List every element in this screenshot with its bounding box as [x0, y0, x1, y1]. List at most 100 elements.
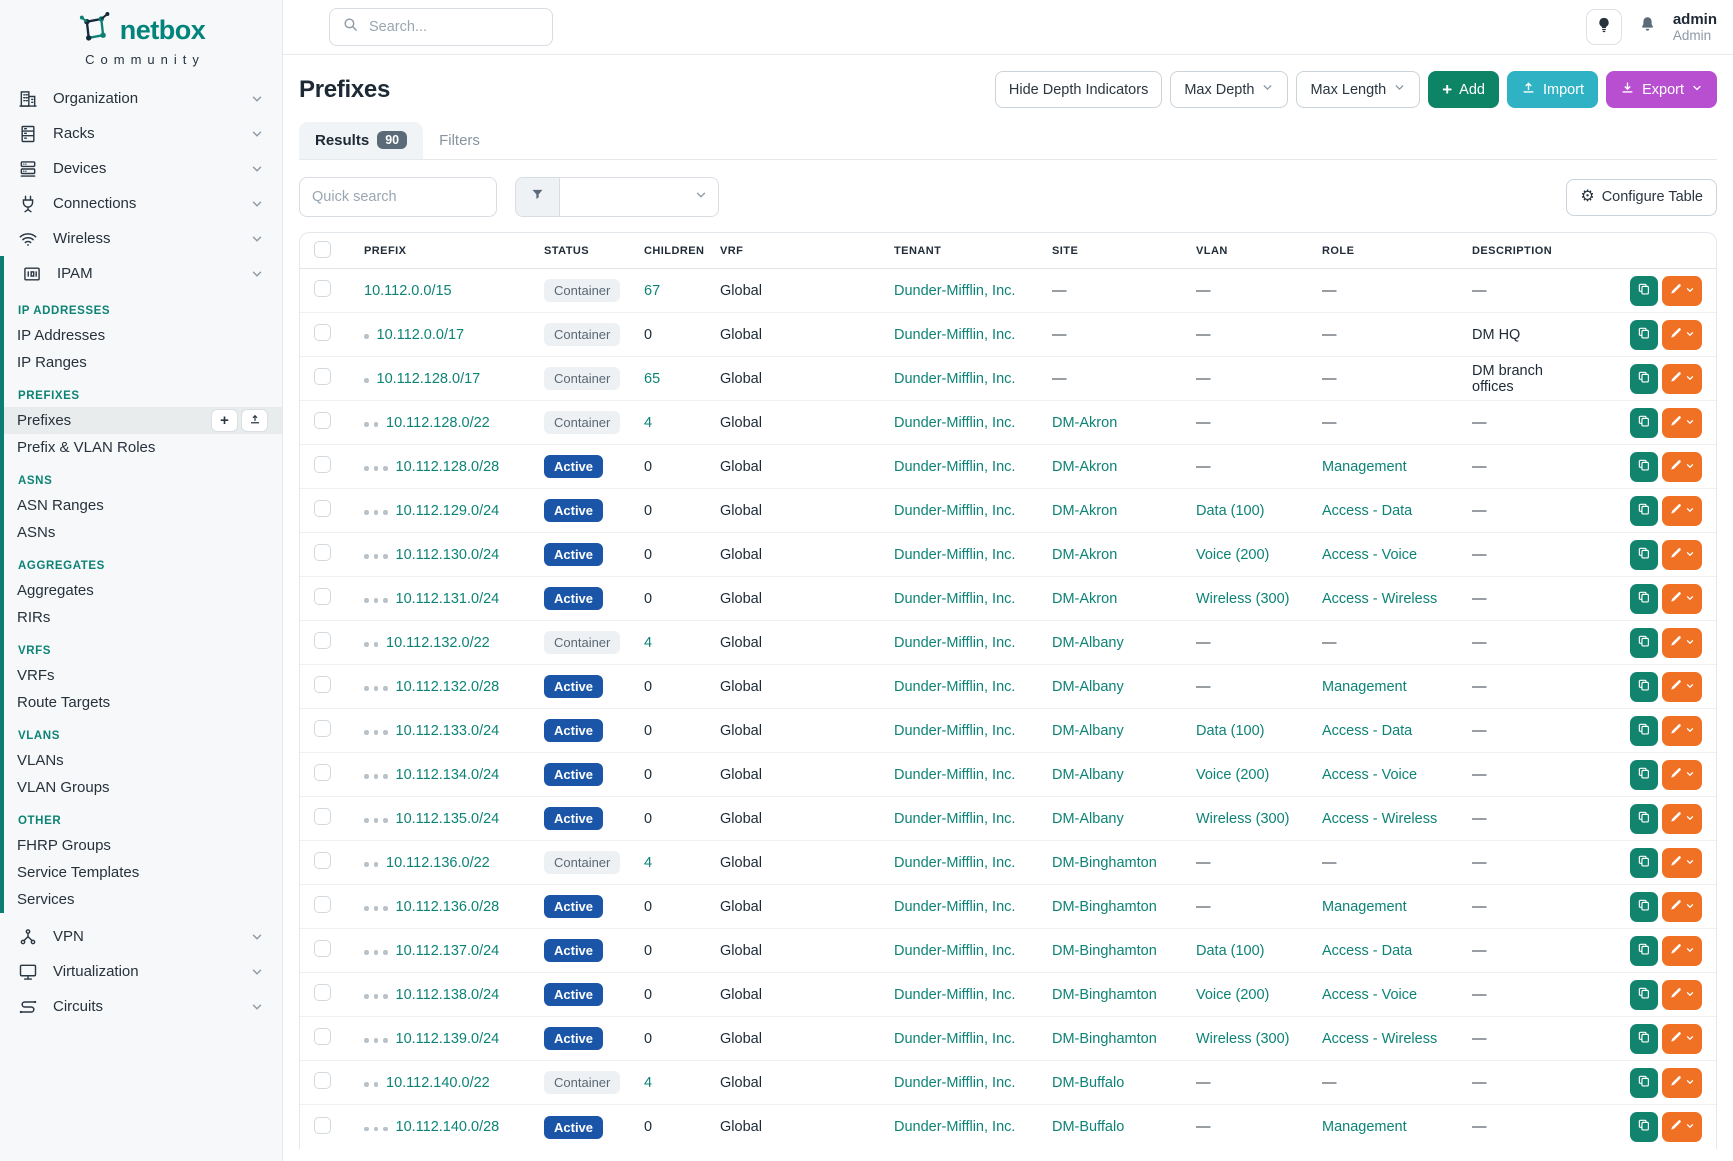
- row-checkbox[interactable]: [314, 588, 331, 605]
- tenant-link[interactable]: Dunder-Mifflin, Inc.: [894, 503, 1015, 519]
- vlan-link[interactable]: Wireless (300): [1196, 811, 1289, 827]
- edit-button[interactable]: [1662, 980, 1702, 1010]
- role-link[interactable]: Access - Wireless: [1322, 1031, 1437, 1047]
- prefix-link[interactable]: 10.112.135.0/24: [396, 811, 500, 827]
- configure-table-button[interactable]: ⚙ Configure Table: [1566, 179, 1717, 216]
- role-link[interactable]: Management: [1322, 459, 1407, 475]
- sidebar-item-rirs[interactable]: RIRs: [4, 604, 282, 631]
- children-count-link[interactable]: 4: [644, 1075, 652, 1091]
- role-link[interactable]: Management: [1322, 679, 1407, 695]
- prefix-link[interactable]: 10.112.132.0/22: [386, 635, 490, 651]
- sidebar-item-route-targets[interactable]: Route Targets: [4, 689, 282, 716]
- prefix-link[interactable]: 10.112.128.0/22: [386, 415, 490, 431]
- row-checkbox[interactable]: [314, 368, 331, 385]
- edit-button[interactable]: [1662, 936, 1702, 966]
- tenant-link[interactable]: Dunder-Mifflin, Inc.: [894, 1031, 1015, 1047]
- prefix-link[interactable]: 10.112.138.0/24: [396, 987, 500, 1003]
- clone-button[interactable]: [1630, 364, 1658, 394]
- tenant-link[interactable]: Dunder-Mifflin, Inc.: [894, 811, 1015, 827]
- children-count-link[interactable]: 4: [644, 855, 652, 871]
- role-link[interactable]: Access - Data: [1322, 943, 1412, 959]
- children-count-link[interactable]: 4: [644, 635, 652, 651]
- sidebar-item-ip-addresses[interactable]: IP Addresses: [4, 322, 282, 349]
- import-prefix-button[interactable]: [241, 409, 268, 432]
- column-header-status[interactable]: STATUS: [544, 245, 644, 257]
- clone-button[interactable]: [1630, 892, 1658, 922]
- tenant-link[interactable]: Dunder-Mifflin, Inc.: [894, 679, 1015, 695]
- edit-button[interactable]: [1662, 408, 1702, 438]
- site-link[interactable]: DM-Binghamton: [1052, 943, 1157, 959]
- tenant-link[interactable]: Dunder-Mifflin, Inc.: [894, 987, 1015, 1003]
- tenant-link[interactable]: Dunder-Mifflin, Inc.: [894, 1119, 1015, 1135]
- tenant-link[interactable]: Dunder-Mifflin, Inc.: [894, 855, 1015, 871]
- clone-button[interactable]: [1630, 408, 1658, 438]
- edit-button[interactable]: [1662, 496, 1702, 526]
- clone-button[interactable]: [1630, 1112, 1658, 1142]
- import-button[interactable]: Import: [1507, 71, 1598, 108]
- row-checkbox[interactable]: [314, 940, 331, 957]
- clone-button[interactable]: [1630, 1068, 1658, 1098]
- filter-addon[interactable]: [516, 178, 560, 216]
- children-count-link[interactable]: 65: [644, 371, 660, 387]
- prefix-link[interactable]: 10.112.134.0/24: [396, 767, 500, 783]
- site-link[interactable]: DM-Binghamton: [1052, 855, 1157, 871]
- sidebar-item-ip-ranges[interactable]: IP Ranges: [4, 349, 282, 376]
- role-link[interactable]: Access - Voice: [1322, 547, 1417, 563]
- edit-button[interactable]: [1662, 848, 1702, 878]
- column-header-vlan[interactable]: VLAN: [1196, 245, 1322, 257]
- role-link[interactable]: Access - Voice: [1322, 767, 1417, 783]
- tab-results[interactable]: Results 90: [299, 122, 423, 159]
- prefix-link[interactable]: 10.112.140.0/28: [396, 1119, 500, 1135]
- edit-button[interactable]: [1662, 804, 1702, 834]
- site-link[interactable]: DM-Albany: [1052, 635, 1124, 651]
- clone-button[interactable]: [1630, 936, 1658, 966]
- tenant-link[interactable]: Dunder-Mifflin, Inc.: [894, 591, 1015, 607]
- clone-button[interactable]: [1630, 452, 1658, 482]
- clone-button[interactable]: [1630, 1024, 1658, 1054]
- vlan-link[interactable]: Data (100): [1196, 943, 1265, 959]
- add-prefix-button[interactable]: +: [211, 409, 238, 432]
- row-checkbox[interactable]: [314, 896, 331, 913]
- prefix-link[interactable]: 10.112.137.0/24: [396, 943, 500, 959]
- edit-button[interactable]: [1662, 672, 1702, 702]
- sidebar-item-racks[interactable]: Racks: [0, 116, 282, 151]
- row-checkbox[interactable]: [314, 412, 331, 429]
- edit-button[interactable]: [1662, 892, 1702, 922]
- filter-select[interactable]: [560, 178, 718, 216]
- clone-button[interactable]: [1630, 276, 1658, 306]
- row-checkbox[interactable]: [314, 676, 331, 693]
- tenant-link[interactable]: Dunder-Mifflin, Inc.: [894, 1075, 1015, 1091]
- vlan-link[interactable]: Data (100): [1196, 503, 1265, 519]
- edit-button[interactable]: [1662, 320, 1702, 350]
- vlan-link[interactable]: Voice (200): [1196, 767, 1269, 783]
- sidebar-item-ipam[interactable]: IPAM: [4, 256, 282, 291]
- prefix-link[interactable]: 10.112.132.0/28: [396, 679, 500, 695]
- sidebar-item-service-templates[interactable]: Service Templates: [4, 859, 282, 886]
- hide-depth-indicators-button[interactable]: Hide Depth Indicators: [995, 71, 1162, 108]
- clone-button[interactable]: [1630, 848, 1658, 878]
- sidebar-item-wireless[interactable]: Wireless: [0, 221, 282, 256]
- site-link[interactable]: DM-Akron: [1052, 459, 1117, 475]
- column-header-description[interactable]: DESCRIPTION: [1472, 245, 1584, 257]
- vlan-link[interactable]: Wireless (300): [1196, 1031, 1289, 1047]
- vlan-link[interactable]: Voice (200): [1196, 547, 1269, 563]
- clone-button[interactable]: [1630, 584, 1658, 614]
- role-link[interactable]: Access - Data: [1322, 503, 1412, 519]
- sidebar-item-connections[interactable]: Connections: [0, 186, 282, 221]
- prefix-link[interactable]: 10.112.0.0/15: [364, 283, 452, 299]
- prefix-link[interactable]: 10.112.133.0/24: [396, 723, 500, 739]
- row-checkbox[interactable]: [314, 544, 331, 561]
- sidebar-item-organization[interactable]: Organization: [0, 81, 282, 116]
- tenant-link[interactable]: Dunder-Mifflin, Inc.: [894, 371, 1015, 387]
- row-checkbox[interactable]: [314, 500, 331, 517]
- sidebar-item-vpn[interactable]: VPN: [0, 919, 282, 954]
- vlan-link[interactable]: Data (100): [1196, 723, 1265, 739]
- edit-button[interactable]: [1662, 1068, 1702, 1098]
- row-checkbox[interactable]: [314, 984, 331, 1001]
- column-header-vrf[interactable]: VRF: [720, 245, 894, 257]
- user-menu[interactable]: admin Admin: [1673, 11, 1717, 44]
- edit-button[interactable]: [1662, 1024, 1702, 1054]
- clone-button[interactable]: [1630, 716, 1658, 746]
- column-header-prefix[interactable]: PREFIX: [364, 245, 544, 257]
- tenant-link[interactable]: Dunder-Mifflin, Inc.: [894, 899, 1015, 915]
